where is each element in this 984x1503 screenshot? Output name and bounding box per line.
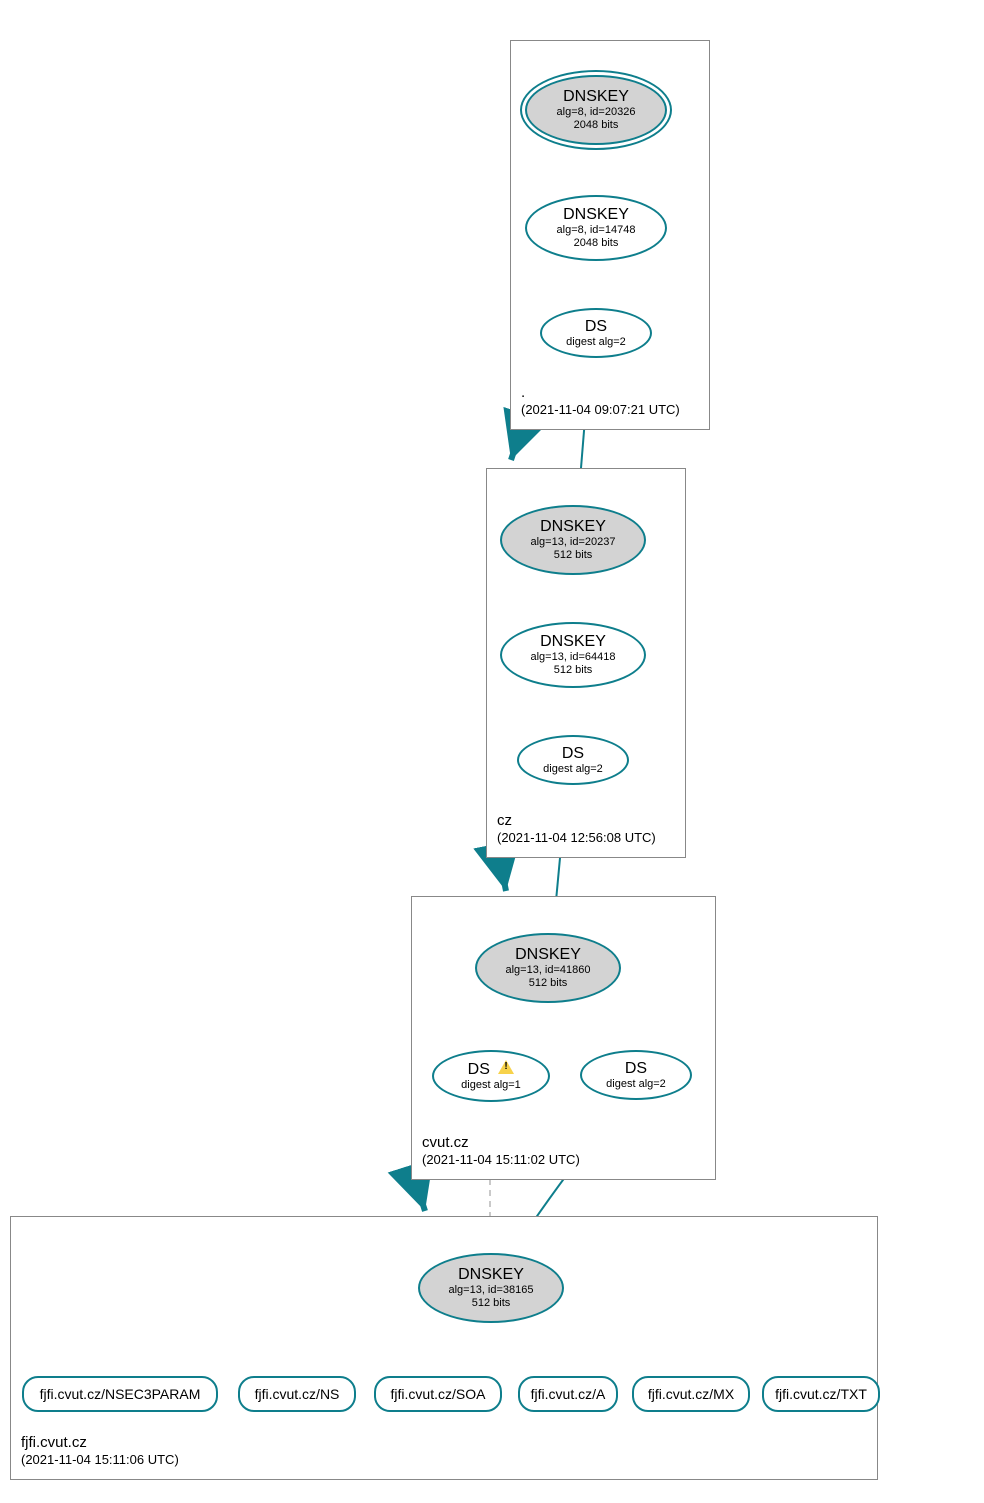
node-cz-ksk[interactable]: DNSKEY alg=13, id=20237 512 bits xyxy=(500,505,646,575)
zone-root-timestamp: (2021-11-04 09:07:21 UTC) xyxy=(521,402,680,419)
node-root-zsk-title: DNSKEY xyxy=(563,206,629,224)
zone-fjfi-label: fjfi.cvut.cz (2021-11-04 15:11:06 UTC) xyxy=(21,1433,179,1469)
node-root-ksk-title: DNSKEY xyxy=(563,88,629,106)
node-fjfi-ksk[interactable]: DNSKEY alg=13, id=38165 512 bits xyxy=(418,1253,564,1323)
node-root-zsk-line1: alg=8, id=14748 xyxy=(557,224,636,237)
zone-fjfi: fjfi.cvut.cz (2021-11-04 15:11:06 UTC) xyxy=(10,1216,878,1480)
node-cvut-ds2-line1: digest alg=2 xyxy=(606,1078,666,1091)
node-cvut-ds2-title: DS xyxy=(625,1060,647,1078)
node-rr-soa[interactable]: fjfi.cvut.cz/SOA xyxy=(374,1376,502,1412)
zone-fjfi-name: fjfi.cvut.cz xyxy=(21,1433,179,1453)
node-cz-ds-title: DS xyxy=(562,745,584,763)
node-rr-txt[interactable]: fjfi.cvut.cz/TXT xyxy=(762,1376,880,1412)
node-cvut-ksk-title: DNSKEY xyxy=(515,946,581,964)
node-cz-ds-line1: digest alg=2 xyxy=(543,763,603,776)
node-rr-ns-label: fjfi.cvut.cz/NS xyxy=(255,1386,340,1402)
node-cvut-ds1[interactable]: DS digest alg=1 xyxy=(432,1050,550,1102)
node-cvut-ds1-line1: digest alg=1 xyxy=(461,1079,521,1092)
node-rr-nsec3param-label: fjfi.cvut.cz/NSEC3PARAM xyxy=(40,1386,201,1402)
node-rr-mx-label: fjfi.cvut.cz/MX xyxy=(648,1386,734,1402)
node-rr-soa-label: fjfi.cvut.cz/SOA xyxy=(391,1386,486,1402)
diagram-canvas: . (2021-11-04 09:07:21 UTC) DNSKEY alg=8… xyxy=(0,0,984,1503)
node-root-ds-title: DS xyxy=(585,318,607,336)
node-cz-ds[interactable]: DS digest alg=2 xyxy=(517,735,629,785)
zone-root-label: . (2021-11-04 09:07:21 UTC) xyxy=(521,383,680,419)
node-cz-zsk-line2: 512 bits xyxy=(554,664,593,677)
node-root-ksk-line2: 2048 bits xyxy=(574,119,619,132)
node-rr-txt-label: fjfi.cvut.cz/TXT xyxy=(775,1386,867,1402)
node-cz-ksk-line2: 512 bits xyxy=(554,549,593,562)
node-rr-nsec3param[interactable]: fjfi.cvut.cz/NSEC3PARAM xyxy=(22,1376,218,1412)
node-cvut-ds1-title: DS xyxy=(468,1060,515,1079)
node-cz-zsk-line1: alg=13, id=64418 xyxy=(530,651,615,664)
node-root-ksk[interactable]: DNSKEY alg=8, id=20326 2048 bits xyxy=(525,75,667,145)
warning-icon xyxy=(498,1060,514,1074)
node-cz-ksk-line1: alg=13, id=20237 xyxy=(530,536,615,549)
node-cvut-ds2[interactable]: DS digest alg=2 xyxy=(580,1050,692,1100)
zone-cz-label: cz (2021-11-04 12:56:08 UTC) xyxy=(497,811,656,847)
node-rr-a-label: fjfi.cvut.cz/A xyxy=(531,1386,606,1402)
zone-cz-name: cz xyxy=(497,811,656,831)
node-rr-a[interactable]: fjfi.cvut.cz/A xyxy=(518,1376,618,1412)
node-cvut-ds1-title-text: DS xyxy=(468,1061,490,1078)
zone-fjfi-timestamp: (2021-11-04 15:11:06 UTC) xyxy=(21,1452,179,1469)
node-cz-ksk-title: DNSKEY xyxy=(540,518,606,536)
node-cvut-ksk-line1: alg=13, id=41860 xyxy=(505,964,590,977)
node-root-ds[interactable]: DS digest alg=2 xyxy=(540,308,652,358)
node-cvut-ksk[interactable]: DNSKEY alg=13, id=41860 512 bits xyxy=(475,933,621,1003)
zone-root-name: . xyxy=(521,383,680,403)
node-cvut-ksk-line2: 512 bits xyxy=(529,977,568,990)
node-root-zsk[interactable]: DNSKEY alg=8, id=14748 2048 bits xyxy=(525,195,667,261)
node-fjfi-ksk-line1: alg=13, id=38165 xyxy=(448,1284,533,1297)
node-rr-ns[interactable]: fjfi.cvut.cz/NS xyxy=(238,1376,356,1412)
node-root-ksk-line1: alg=8, id=20326 xyxy=(557,106,636,119)
zone-cvut-timestamp: (2021-11-04 15:11:02 UTC) xyxy=(422,1152,580,1169)
node-root-zsk-line2: 2048 bits xyxy=(574,237,619,250)
node-cz-zsk[interactable]: DNSKEY alg=13, id=64418 512 bits xyxy=(500,622,646,688)
zone-cvut-name: cvut.cz xyxy=(422,1133,580,1153)
node-fjfi-ksk-line2: 512 bits xyxy=(472,1297,511,1310)
zone-cz-timestamp: (2021-11-04 12:56:08 UTC) xyxy=(497,830,656,847)
node-rr-mx[interactable]: fjfi.cvut.cz/MX xyxy=(632,1376,750,1412)
node-fjfi-ksk-title: DNSKEY xyxy=(458,1266,524,1284)
node-root-ds-line1: digest alg=2 xyxy=(566,336,626,349)
zone-cvut-label: cvut.cz (2021-11-04 15:11:02 UTC) xyxy=(422,1133,580,1169)
node-cz-zsk-title: DNSKEY xyxy=(540,633,606,651)
